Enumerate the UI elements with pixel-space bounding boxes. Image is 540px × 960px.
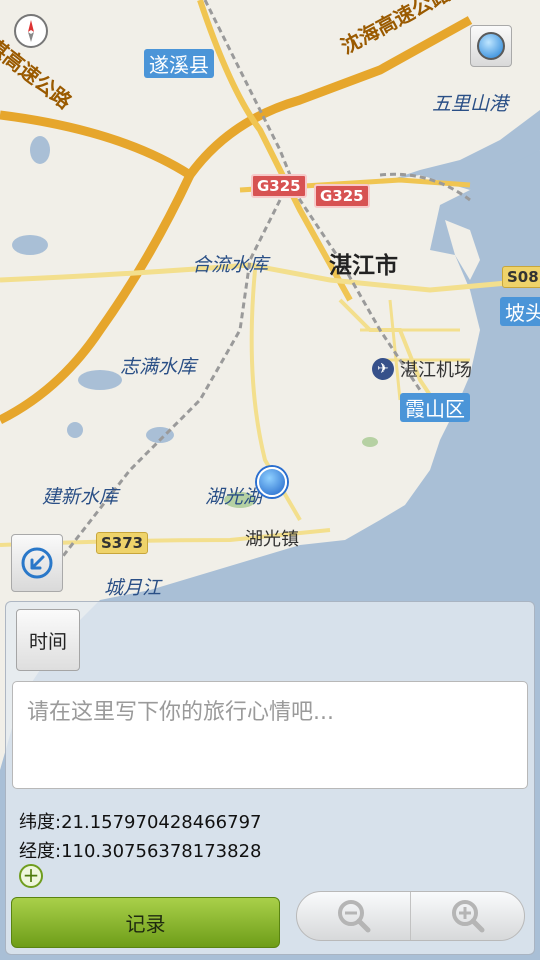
- compass-button[interactable]: [14, 14, 48, 48]
- road-shield-s373: S373: [96, 532, 149, 554]
- plus-icon: +: [22, 863, 40, 887]
- airport-icon: ✈: [372, 358, 394, 380]
- my-location-button[interactable]: [470, 25, 512, 67]
- road-shield-s08: S081: [502, 266, 540, 288]
- map-label-chengyue: 城月江: [104, 577, 162, 599]
- road-shield-g325: G325: [314, 184, 370, 208]
- map-label-zhiman-reservoir: 志满水库: [120, 356, 197, 378]
- time-button[interactable]: 时间: [16, 609, 80, 671]
- map-label-xiashan: 霞山区: [400, 393, 470, 422]
- arrow-back-icon: [21, 547, 53, 579]
- map-label-heliu-reservoir: 合流水库: [192, 254, 269, 276]
- current-location-marker: [257, 467, 287, 497]
- travel-note-input[interactable]: 请在这里写下你的旅行心情吧...: [12, 681, 528, 789]
- map-label-airport: 湛江机场: [400, 360, 472, 381]
- map-label-jianxin-reservoir: 建新水库: [42, 486, 119, 508]
- add-button[interactable]: +: [19, 864, 43, 888]
- longitude-text: 经度:110.30756378173828: [19, 841, 262, 862]
- map-label-huguang-town: 湖光镇: [245, 529, 299, 550]
- back-to-location-button[interactable]: [11, 534, 63, 592]
- map-label-potou: 坡头: [500, 297, 540, 326]
- road-shield-g325: G325: [251, 174, 307, 198]
- map-label-suixi: 遂溪县: [144, 49, 214, 78]
- record-button[interactable]: 记录: [11, 897, 280, 948]
- my-location-icon: [477, 32, 505, 60]
- map-label-wulishangang: 五里山港: [432, 93, 509, 115]
- zoom-out-button[interactable]: [297, 892, 410, 940]
- compass-icon: [28, 20, 34, 42]
- zoom-out-icon: [337, 900, 370, 933]
- latitude-text: 纬度:21.157970428466797: [19, 812, 262, 833]
- map-label-zhanjiang: 湛江市: [329, 253, 398, 279]
- zoom-controls: [296, 891, 525, 941]
- map-label-huguang-lake: 湖光湖: [205, 486, 263, 508]
- zoom-in-button[interactable]: [411, 892, 524, 940]
- zoom-in-icon: [451, 900, 484, 933]
